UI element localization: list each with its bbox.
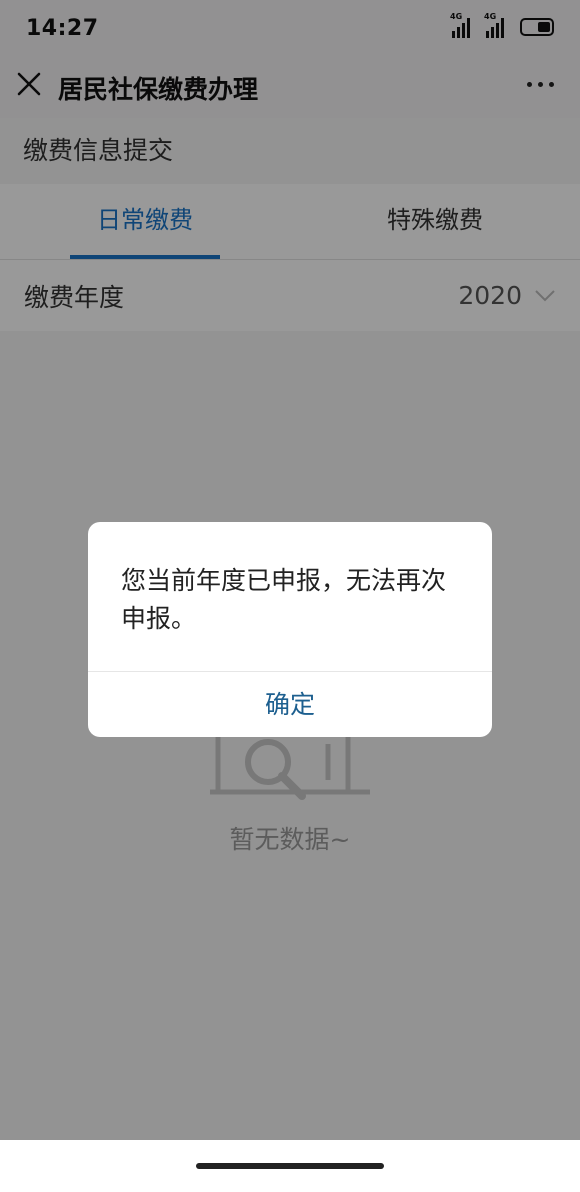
dialog-message: 您当前年度已申报，无法再次申报。 (121, 566, 447, 633)
alert-dialog: 您当前年度已申报，无法再次申报。 确定 (88, 522, 492, 737)
confirm-button[interactable]: 确定 (88, 672, 492, 737)
home-bar-area (0, 1140, 580, 1192)
home-indicator[interactable] (196, 1163, 384, 1169)
